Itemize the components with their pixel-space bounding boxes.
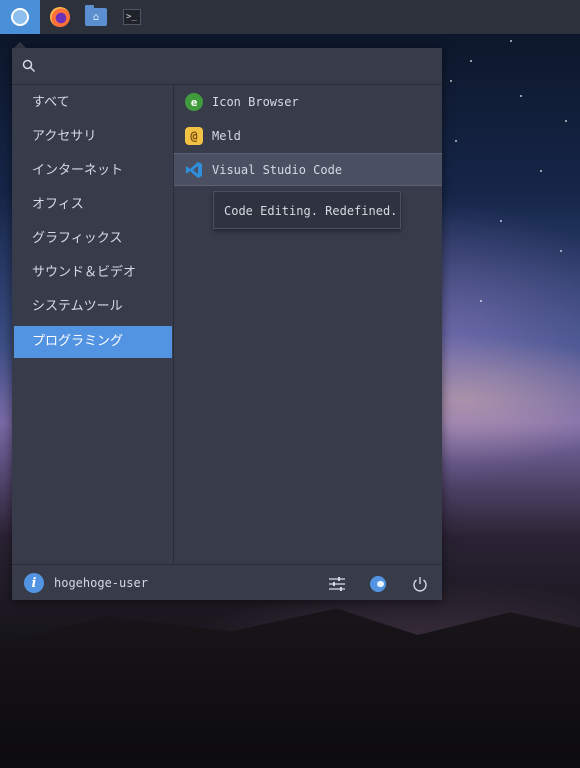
terminal-icon: >_ [123,9,141,25]
category-graphics[interactable]: グラフィックス [14,223,172,255]
application-menu: すべて アクセサリ インターネット オフィス グラフィックス サウンド＆ビデオ … [12,48,442,600]
category-programming[interactable]: プログラミング [14,326,172,358]
lock-screen-button[interactable] [367,573,389,595]
app-visual-studio-code[interactable]: Visual Studio Code [174,153,442,186]
category-internet[interactable]: インターネット [14,155,172,187]
username-label: hogehoge-user [54,576,148,590]
category-office[interactable]: オフィス [14,189,172,221]
firefox-launcher[interactable] [40,0,80,34]
power-icon [413,577,427,592]
firefox-icon [50,7,70,27]
category-system-tools[interactable]: システムツール [14,291,172,323]
search-icon [22,59,36,73]
category-all[interactable]: すべて [14,87,172,119]
app-label: Meld [212,129,241,143]
app-meld[interactable]: @ Meld [174,120,442,152]
search-bar [12,48,442,85]
app-label: Visual Studio Code [212,162,343,177]
menu-footer: i hogehoge-user [12,564,442,601]
sliders-icon [329,577,345,591]
top-panel: ⌂ >_ [0,0,580,34]
vscode-icon [186,161,202,178]
app-label: Icon Browser [212,95,299,109]
whisker-menu-button[interactable] [0,0,40,34]
file-manager-launcher[interactable]: ⌂ [76,0,116,34]
app-tooltip: Code Editing. Redefined. [213,191,401,229]
user-info-icon: i [24,573,44,593]
icon-browser-icon: e [185,93,203,111]
logout-button[interactable] [409,573,431,595]
toggle-switch-icon [370,576,386,592]
terminal-launcher[interactable]: >_ [112,0,152,34]
menu-circle-icon [11,8,29,26]
folder-home-icon: ⌂ [85,5,107,26]
app-icon-browser[interactable]: e Icon Browser [174,86,442,118]
category-accessories[interactable]: アクセサリ [14,121,172,153]
search-input[interactable] [44,54,436,80]
settings-manager-button[interactable] [326,573,348,595]
category-list: すべて アクセサリ インターネット オフィス グラフィックス サウンド＆ビデオ … [12,85,174,564]
application-list: e Icon Browser @ Meld Visual Studio Code [174,85,442,564]
category-sound-video[interactable]: サウンド＆ビデオ [14,257,172,289]
meld-icon: @ [185,127,203,145]
